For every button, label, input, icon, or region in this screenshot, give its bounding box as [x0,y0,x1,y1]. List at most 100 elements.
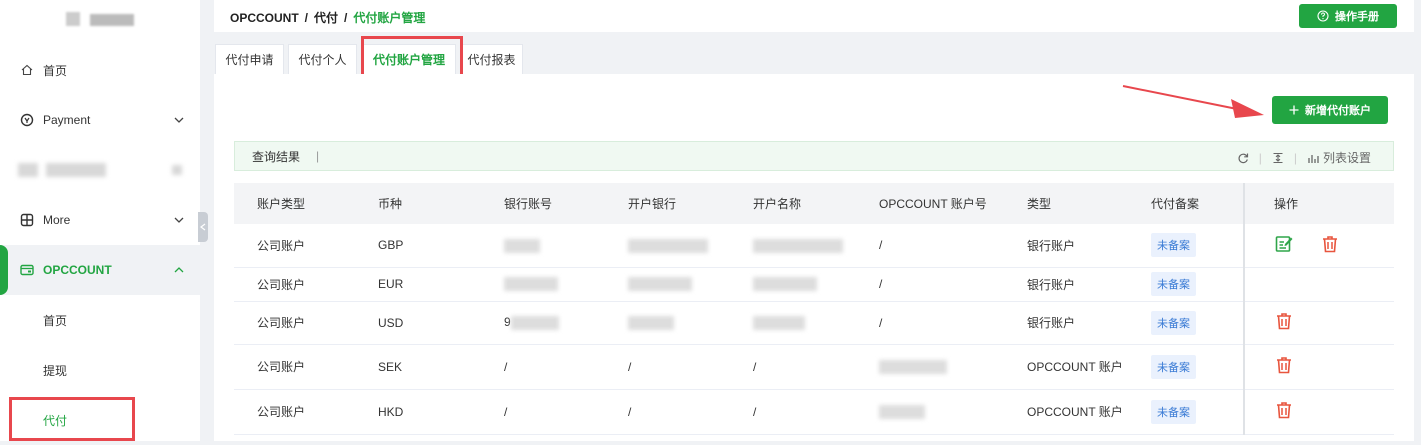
tab-payout-individual[interactable]: 代付个人 [288,44,357,74]
bank-account-visible: 9 [504,315,511,330]
tab-payout-apply[interactable]: 代付申请 [215,44,284,74]
cell-opc-account [869,344,1018,390]
redacted-value [879,359,947,374]
sidebar-item-payment[interactable]: Payment [0,95,200,145]
chevron-left-icon [200,223,206,231]
breadcrumb-item[interactable]: OPCCOUNT [230,11,299,25]
card-icon [20,263,34,277]
sidebar-item-more[interactable]: More [0,195,200,245]
sidebar: 首页 Payment More OPCCOUNT 首页 提现 代付 [0,0,200,441]
divider: | [316,149,320,163]
cell-account-name [743,301,869,345]
status-badge: 未备案 [1151,233,1196,258]
sidebar-item-label: Payment [43,113,91,127]
sidebar-item-home[interactable]: 首页 [0,45,200,95]
redacted-value [753,315,805,330]
cell-bank-account [492,267,618,302]
manual-button[interactable]: 操作手册 [1299,4,1397,28]
refresh-icon[interactable] [1237,152,1249,164]
cell-filing: 未备案 [1144,344,1244,390]
delete-icon[interactable] [1274,311,1294,331]
status-badge: 未备案 [1151,399,1196,424]
cell-account-type: 公司账户 [234,344,367,390]
sidebar-subitem-withdraw[interactable]: 提现 [0,345,200,395]
sidebar-subitem-label: 提现 [43,363,68,378]
cell-kind: 银行账户 [1018,224,1144,268]
cell-bank [618,267,743,302]
cell-bank [618,224,743,268]
sidebar-subitem-home[interactable]: 首页 [0,295,200,345]
delete-icon[interactable] [1274,400,1294,420]
sidebar-subitem-label: 首页 [43,313,68,328]
cell-opc-account: / [869,301,1018,345]
column-header: OPCCOUNT 账户号 [869,183,1018,224]
column-header: 代付备案 [1144,183,1244,224]
help-icon [1317,10,1329,22]
divider: | [1293,150,1297,165]
active-indicator [0,245,8,295]
column-header: 开户名称 [743,183,869,224]
column-header: 类型 [1018,183,1144,224]
breadcrumb-item[interactable]: 代付 [314,11,338,25]
column-height-icon[interactable] [1272,152,1284,164]
query-result-bar: 查询结果 | | | 列表设置 [234,141,1394,171]
cell-filing: 未备案 [1144,224,1244,268]
add-button-label: 新增代付账户 [1305,105,1371,117]
highlight-box-sidebar [9,397,135,441]
add-payout-account-button[interactable]: 新增代付账户 [1272,96,1388,124]
redacted-value [510,315,559,330]
table-row: 公司账户 USD 9 / 银行账户 未备案 [234,301,1394,345]
cell-currency: HKD [367,389,492,435]
column-header: 账户类型 [234,183,367,224]
cell-bank: / [618,389,743,435]
sidebar-item-redacted[interactable] [0,145,200,195]
cell-account-name [743,267,869,302]
delete-icon[interactable] [1274,355,1294,375]
cell-account-type: 公司账户 [234,389,367,435]
divider: | [1258,150,1262,165]
cell-actions [1243,301,1394,345]
cell-bank: / [618,344,743,390]
redacted-value [753,277,817,292]
delete-icon[interactable] [1320,234,1340,254]
home-icon [20,63,34,77]
cell-currency: SEK [367,344,492,390]
bar-chart-icon [1308,154,1319,163]
cell-actions [1243,389,1394,435]
cell-filing: 未备案 [1144,389,1244,435]
column-header: 操作 [1243,183,1394,224]
column-header: 币种 [367,183,492,224]
cell-account-name: / [743,344,869,390]
cell-kind: 银行账户 [1018,267,1144,302]
tab-label: 代付个人 [298,53,347,67]
chevron-up-icon [174,267,184,273]
cell-currency: USD [367,301,492,345]
cell-opc-account: / [869,267,1018,302]
list-settings-button[interactable]: 列表设置 [1307,149,1371,166]
cell-opc-account [869,389,1018,435]
column-header: 银行账号 [492,183,618,224]
table-row: 公司账户 SEK / / / OPCCOUNT 账户 未备案 [234,344,1394,390]
list-settings-label: 列表设置 [1322,151,1371,165]
sidebar-item-opccount[interactable]: OPCCOUNT [0,245,200,295]
tab-payout-report[interactable]: 代付报表 [460,44,523,74]
sidebar-collapse-handle[interactable] [198,212,208,242]
redacted-icon [18,163,38,177]
top-header: OPCCOUNT / 代付 / 代付账户管理 操作手册 [214,0,1414,32]
cell-account-type: 公司账户 [234,224,367,268]
payout-accounts-table: 账户类型 币种 银行账号 开户银行 开户名称 OPCCOUNT 账户号 类型 代… [234,183,1394,435]
cell-actions [1243,224,1394,268]
redacted-value [628,238,708,253]
redacted-value [504,277,558,292]
table-tools: | | 列表设置 [1237,149,1371,166]
cell-account-name: / [743,389,869,435]
cell-bank-account: / [492,344,618,390]
redacted-value [504,238,540,253]
redacted-chevron [172,165,182,175]
cell-kind: OPCCOUNT 账户 [1018,344,1144,390]
edit-icon[interactable] [1274,234,1294,254]
cell-kind: 银行账户 [1018,301,1144,345]
chevron-down-icon [174,217,184,223]
cell-currency: EUR [367,267,492,302]
tab-label: 代付报表 [467,53,516,67]
